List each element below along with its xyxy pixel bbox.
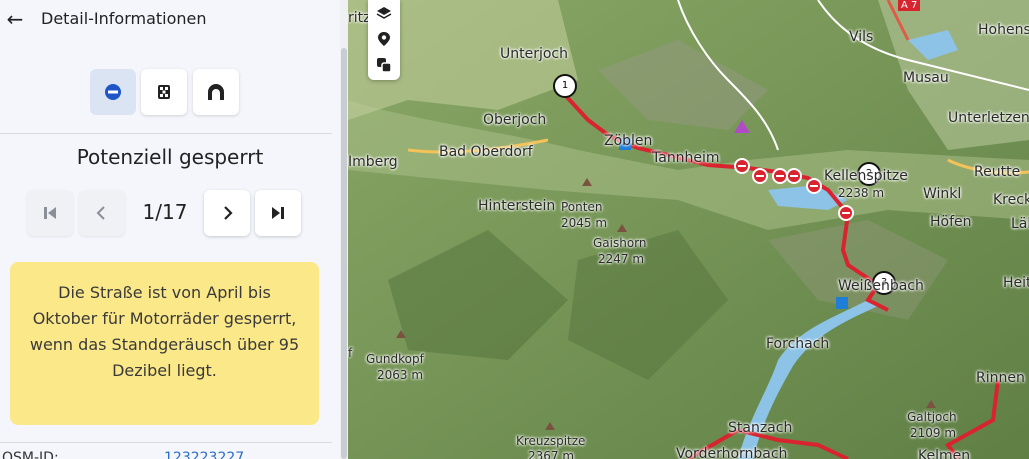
map-label: Imberg (348, 154, 398, 170)
no-entry-marker[interactable] (772, 168, 788, 184)
map-label: Vils (849, 29, 874, 45)
map-label: Winkl (923, 186, 962, 202)
copy-icon (377, 58, 392, 73)
divider (0, 133, 332, 134)
skip-last-icon (272, 207, 284, 219)
map-label: 2063 m (377, 368, 424, 382)
no-entry-marker[interactable] (806, 178, 822, 194)
map-label: Kelmen (918, 448, 971, 459)
page-counter: 1/17 (142, 200, 188, 224)
detail-panel: ← Detail-Informationen Potenziell gesper… (0, 0, 340, 459)
map-pin-icon (378, 32, 390, 46)
next-button[interactable] (204, 190, 250, 236)
chevron-left-icon (96, 206, 105, 220)
map-label: Zöblen (604, 133, 653, 149)
skip-first-icon (44, 207, 56, 219)
osm-id-row: OSM-ID: 123223227 (0, 444, 332, 459)
map-label: Reutte (974, 164, 1021, 180)
map-label: 2247 m (598, 252, 645, 266)
map-label: Läh (1011, 216, 1029, 232)
map-label: Oberjoch (483, 112, 547, 128)
map-label: Galtjoch (907, 410, 957, 424)
map-label: Gundkopf (366, 352, 424, 366)
divider (0, 442, 332, 443)
no-entry-filter-button[interactable] (90, 69, 136, 115)
info-square-icon[interactable] (836, 297, 848, 309)
map-label: 2045 m (561, 216, 608, 230)
dice-filter-button[interactable] (141, 69, 187, 115)
map-label: Unterletzen (948, 110, 1029, 126)
overlay-button[interactable] (368, 52, 400, 78)
scrollbar-thumb[interactable] (341, 48, 347, 459)
waypoint-marker[interactable]: 1 (553, 74, 577, 98)
map-label: Höfen (930, 214, 972, 230)
map-label: Tannheim (652, 150, 720, 166)
chevron-right-icon (224, 206, 233, 220)
map-label: Hinterstein (478, 198, 556, 214)
map-label: 2367 m (528, 449, 575, 459)
panel-title: Detail-Informationen (41, 9, 207, 28)
osm-id-link[interactable]: 123223227 (164, 450, 244, 459)
map-label: Vorderhornbach (676, 446, 788, 459)
no-entry-marker[interactable] (786, 168, 802, 184)
map-canvas[interactable] (348, 0, 1029, 459)
first-page-button[interactable] (27, 190, 73, 236)
map-label: Bad Oberdorf (439, 144, 533, 160)
dice-icon (158, 85, 170, 99)
map-label: Rinnen (976, 370, 1025, 386)
map-view[interactable]: 1 2 3 Unterjoch Oberjoch Bad Oberdorf Im… (348, 0, 1029, 459)
map-label: Kellenspitze (824, 168, 908, 184)
no-entry-marker[interactable] (752, 168, 768, 184)
restriction-note: Die Straße ist von April bis Oktober für… (10, 262, 319, 425)
highway-shield: A 7 (898, 0, 921, 11)
no-entry-marker[interactable] (734, 158, 750, 174)
layers-button[interactable] (368, 0, 400, 26)
map-label: Unterjoch (500, 46, 569, 62)
map-label: Stanzach (728, 420, 793, 436)
map-label: Heit (1003, 275, 1029, 291)
map-label: 2238 m (838, 186, 885, 200)
no-entry-marker[interactable] (838, 205, 854, 221)
map-label: 2109 m (910, 426, 957, 440)
osm-id-label: OSM-ID: (2, 450, 59, 459)
arrow-left-icon[interactable]: ← (4, 8, 26, 30)
map-label: Krecke (993, 192, 1029, 208)
map-label: f (348, 346, 353, 360)
last-page-button[interactable] (255, 190, 301, 236)
section-heading: Potenziell gesperrt (76, 145, 264, 169)
map-label: Gaishorn (593, 236, 647, 250)
map-label: Weißenbach (838, 278, 924, 294)
map-label: Forchach (766, 336, 830, 352)
map-label: Musau (903, 70, 949, 86)
layers-icon (376, 7, 392, 19)
map-label: Hohensc (978, 22, 1029, 38)
no-entry-icon (105, 84, 121, 100)
map-label: Ponten (561, 200, 603, 214)
previous-button[interactable] (79, 190, 125, 236)
tunnel-filter-button[interactable] (193, 69, 239, 115)
map-tools (368, 0, 400, 80)
tunnel-icon (208, 84, 224, 100)
map-label: Kreuzspitze (516, 434, 586, 448)
location-button[interactable] (368, 26, 400, 52)
